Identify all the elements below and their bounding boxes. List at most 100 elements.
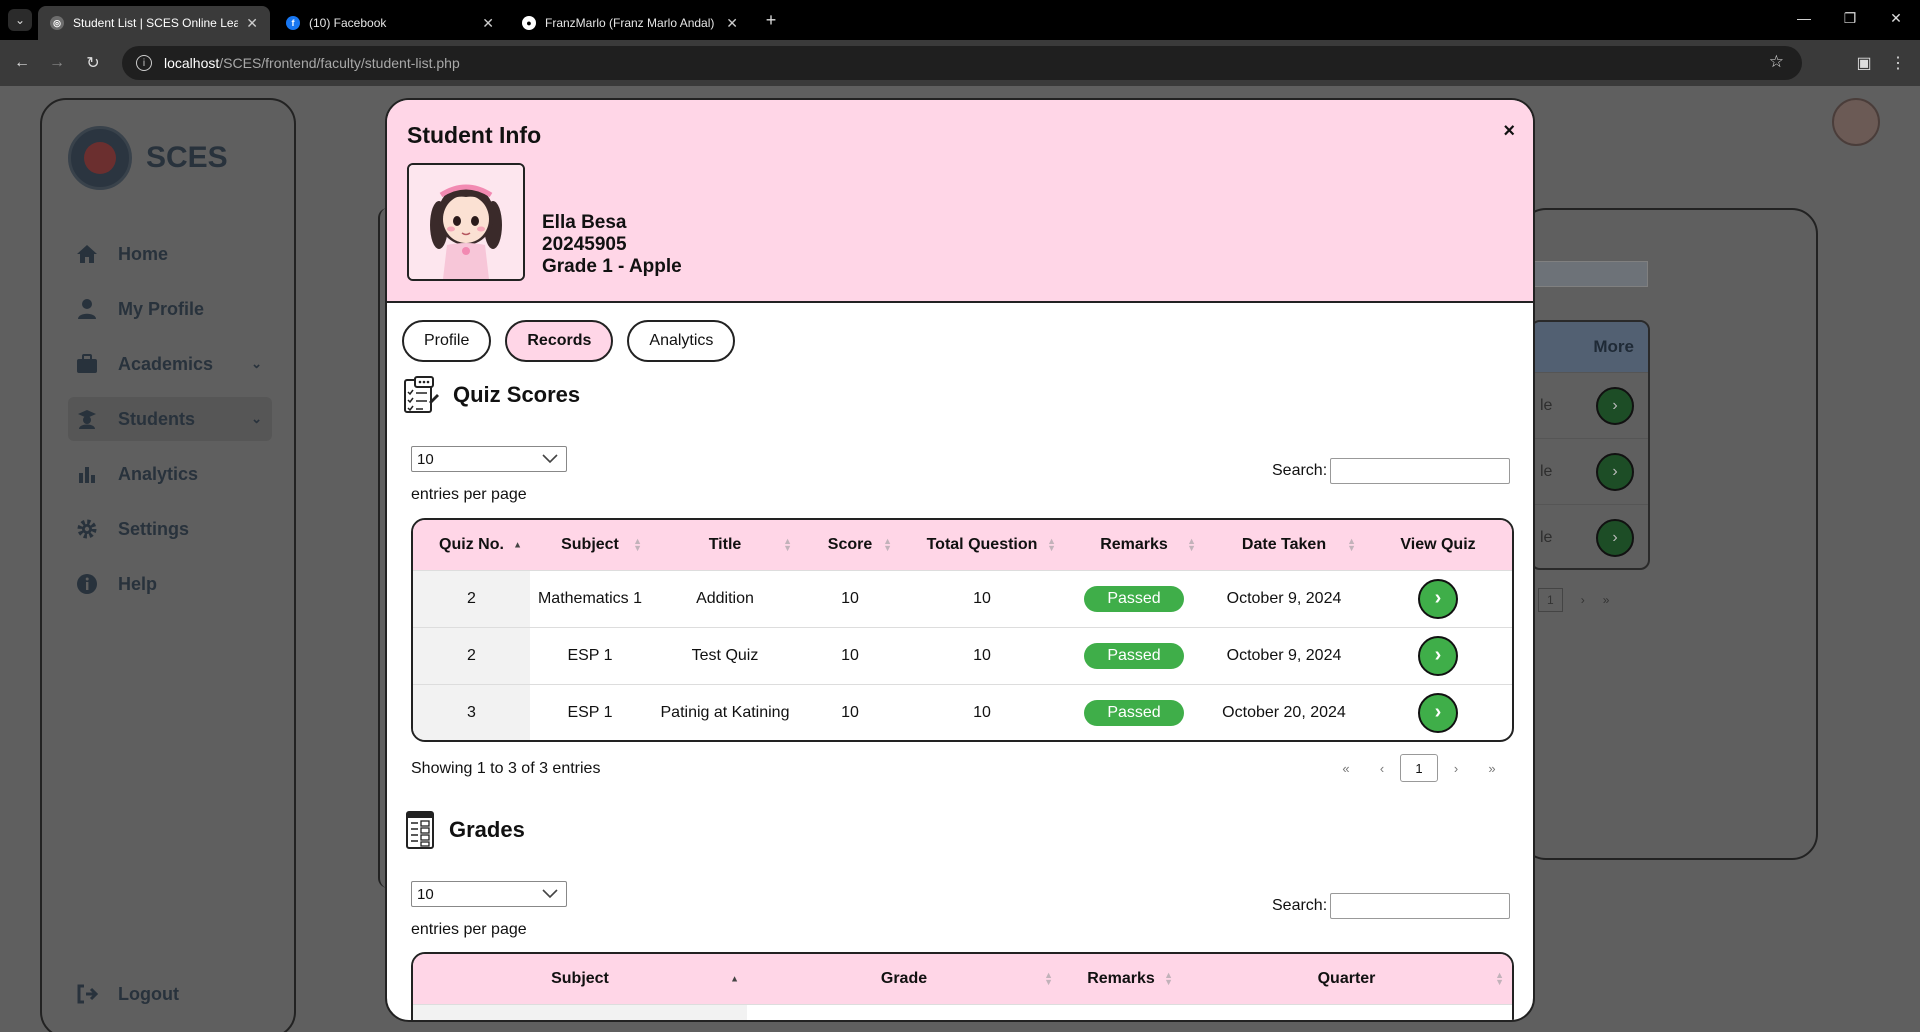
close-tab-icon[interactable]: ✕ xyxy=(726,15,738,32)
grades-search-label: Search: xyxy=(1272,897,1328,914)
close-icon[interactable]: × xyxy=(1503,120,1515,143)
column-title[interactable]: Title ▲ ▼ xyxy=(650,520,800,570)
cell-quiz-no: 2 xyxy=(413,569,530,627)
sort-icon: ▲ xyxy=(513,539,522,550)
modal-tabs: Profile Records Analytics xyxy=(402,320,736,362)
view-quiz-button[interactable]: › xyxy=(1418,692,1458,733)
first-page-button[interactable]: « xyxy=(1328,761,1364,776)
column-quiz-no[interactable]: Quiz No. ▲ xyxy=(413,520,530,570)
grades-heading: Grades xyxy=(405,810,525,850)
last-page-button[interactable]: » xyxy=(1603,593,1610,607)
cell-view: › xyxy=(1364,683,1512,740)
logout-icon xyxy=(74,981,100,1007)
cell-date: October 20, 2024 xyxy=(1204,683,1364,740)
table-row: 2 ESP 1 Test Quiz 10 10 Passed October 9… xyxy=(413,626,1512,684)
sidebar-item-label: Logout xyxy=(118,983,179,1004)
column-grade[interactable]: Grade ▲ ▼ xyxy=(747,954,1061,1004)
globe-icon: ◎ xyxy=(50,16,64,30)
sidebar-item-my-profile[interactable]: My Profile xyxy=(68,287,272,331)
grades-table: Subject ▲ Grade ▲ ▼ Remarks ▲ ▼ Quarter ▲ ▼ xyxy=(411,952,1514,1020)
cell-score: 10 xyxy=(800,626,900,684)
column-subject[interactable]: Subject ▲ xyxy=(413,954,747,1004)
table-header-row: Quiz No. ▲ Subject ▲ ▼ Title ▲ ▼ Score ▲ ▼ Tota… xyxy=(413,520,1512,570)
view-student-button[interactable]: › xyxy=(1596,386,1634,425)
browser-tab-facebook[interactable]: f (10) Facebook ✕ xyxy=(274,6,506,40)
sidebar-item-settings[interactable]: Settings xyxy=(68,507,272,551)
browser-tab-github[interactable]: ● FranzMarlo (Franz Marlo Andal) ✕ xyxy=(510,6,750,40)
column-remarks[interactable]: Remarks ▲ ▼ xyxy=(1061,954,1181,1004)
site-info-icon[interactable]: i xyxy=(136,55,152,71)
sidebar-item-students[interactable]: Students ⌄ xyxy=(68,397,272,441)
minimize-icon[interactable]: — xyxy=(1792,10,1816,26)
chevron-down-icon: ⌄ xyxy=(251,356,262,371)
grades-entries-select[interactable]: 10 xyxy=(411,881,567,907)
restore-icon[interactable]: ❐ xyxy=(1838,10,1862,27)
next-page-button[interactable]: › xyxy=(1581,593,1585,607)
sidebar-item-help[interactable]: Help xyxy=(68,562,272,606)
tab-list-button[interactable]: ⌄ xyxy=(8,9,32,31)
close-window-icon[interactable]: ✕ xyxy=(1884,10,1908,27)
sidebar-item-home[interactable]: Home xyxy=(68,232,272,276)
page-1-button[interactable]: 1 xyxy=(1400,754,1438,782)
chevron-down-icon xyxy=(542,451,558,468)
new-tab-button[interactable]: + xyxy=(760,9,782,31)
column-remarks[interactable]: Remarks ▲ ▼ xyxy=(1064,520,1204,570)
bookmark-star-icon[interactable]: ☆ xyxy=(1769,52,1784,72)
user-icon xyxy=(74,296,100,322)
sidebar-item-label: Settings xyxy=(118,518,190,539)
browser-menu-icon[interactable]: ⋮ xyxy=(1886,51,1910,75)
view-student-button[interactable]: › xyxy=(1596,518,1634,557)
extensions-icon[interactable]: ▣ xyxy=(1852,51,1876,75)
reload-icon[interactable]: ↻ xyxy=(81,51,105,75)
page-1-button[interactable]: 1 xyxy=(1538,588,1563,612)
prev-page-button[interactable]: ‹ xyxy=(1364,761,1400,776)
last-page-button[interactable]: » xyxy=(1474,761,1510,776)
table-row: le › xyxy=(1532,504,1648,568)
student-list-pagination: 1 › » xyxy=(1538,588,1609,612)
user-avatar[interactable] xyxy=(1832,98,1880,146)
cell-remarks: Passed xyxy=(1064,683,1204,740)
view-quiz-button[interactable]: › xyxy=(1418,578,1458,619)
gear-icon xyxy=(74,516,100,542)
back-arrow-icon[interactable]: ← xyxy=(10,51,34,75)
status-badge: Passed xyxy=(1084,642,1184,669)
column-total-question[interactable]: Total Question ▲ ▼ xyxy=(900,520,1064,570)
next-page-button[interactable]: › xyxy=(1438,761,1474,776)
grades-search-input[interactable] xyxy=(1330,893,1510,919)
quiz-entries-select[interactable]: 10 xyxy=(411,446,567,472)
view-quiz-button[interactable]: › xyxy=(1418,635,1458,676)
sidebar-item-label: Home xyxy=(118,243,169,264)
tab-records[interactable]: Records xyxy=(505,320,614,362)
close-tab-icon[interactable]: ✕ xyxy=(246,15,258,32)
home-icon xyxy=(74,241,100,267)
bar-chart-icon xyxy=(74,461,100,487)
github-icon: ● xyxy=(522,16,536,30)
forward-arrow-icon[interactable]: → xyxy=(45,51,69,75)
cell-quiz-no: 2 xyxy=(413,626,530,684)
column-date-taken[interactable]: Date Taken ▲ ▼ xyxy=(1204,520,1364,570)
sidebar-item-logout[interactable]: Logout xyxy=(68,972,272,1016)
cell-remarks xyxy=(1061,1003,1181,1020)
chevron-down-icon: ⌄ xyxy=(251,411,262,426)
browser-tab-student-list[interactable]: ◎ Student List | SCES Online Lear ✕ xyxy=(38,6,270,40)
tab-analytics[interactable]: Analytics xyxy=(627,320,736,362)
table-row: 2 Mathematics 1 Addition 10 10 Passed Oc… xyxy=(413,569,1512,627)
view-student-button[interactable]: › xyxy=(1596,452,1634,491)
sort-icon: ▲ ▼ xyxy=(883,535,892,553)
sidebar-item-analytics[interactable]: Analytics xyxy=(68,452,272,496)
close-tab-icon[interactable]: ✕ xyxy=(482,15,494,32)
column-quarter[interactable]: Quarter ▲ ▼ xyxy=(1181,954,1512,1004)
cell-subject: ESP 1 xyxy=(530,683,650,740)
cell-title: Patinig at Katining xyxy=(650,683,800,740)
student-section: Grade 1 - Apple xyxy=(542,256,682,277)
column-score[interactable]: Score ▲ ▼ xyxy=(800,520,900,570)
sidebar-item-academics[interactable]: Academics ⌄ xyxy=(68,342,272,386)
column-subject[interactable]: Subject ▲ ▼ xyxy=(530,520,650,570)
student-list-search-input[interactable] xyxy=(1530,261,1648,287)
cell-view: › xyxy=(1364,626,1512,684)
address-bar[interactable]: i localhost/SCES/frontend/faculty/studen… xyxy=(122,46,1802,80)
facebook-icon: f xyxy=(286,16,300,30)
tab-profile[interactable]: Profile xyxy=(402,320,492,362)
quiz-search-input[interactable] xyxy=(1330,458,1510,484)
cell-remarks: Passed xyxy=(1064,626,1204,684)
